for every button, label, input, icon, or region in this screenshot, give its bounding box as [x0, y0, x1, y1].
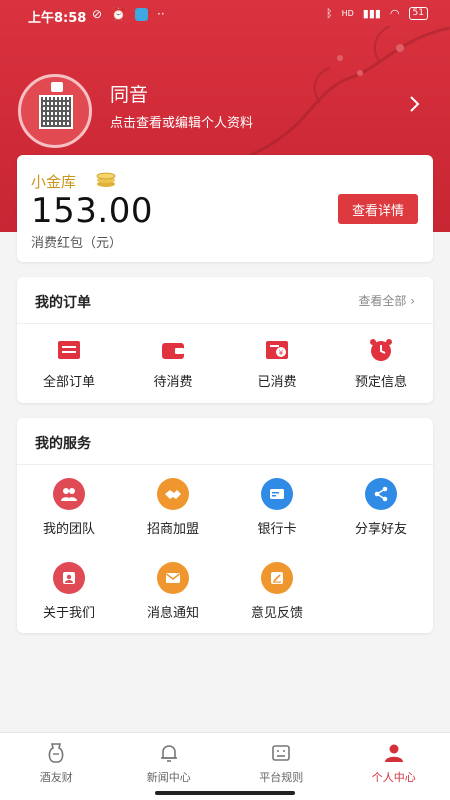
- view-details-button[interactable]: 查看详情: [338, 194, 418, 224]
- order-reservation-label: 预定信息: [354, 375, 407, 390]
- alarm-clock-icon: [370, 339, 392, 361]
- qr-code-image: [39, 95, 73, 129]
- signal-label: HD: [341, 9, 354, 18]
- divider: [17, 323, 433, 324]
- services-title: 我的服务: [35, 436, 91, 452]
- wallet-amount: 153.00: [31, 191, 153, 231]
- service-share[interactable]: 分享好友: [329, 478, 433, 537]
- tab-label: 个人中心: [371, 771, 416, 784]
- feedback-icon: [261, 562, 293, 594]
- view-all-orders-link[interactable]: 查看全部 ›: [358, 292, 415, 309]
- avatar[interactable]: [18, 74, 92, 148]
- consumed-icon: ¥: [266, 341, 288, 359]
- service-bank-card-label: 银行卡: [257, 522, 297, 537]
- divider: [17, 464, 433, 465]
- order-all[interactable]: 全部订单: [17, 337, 121, 390]
- service-messages-label: 消息通知: [146, 606, 199, 621]
- status-bar: 上午8:58 ⊘ ⏰ ·· ᛒ HD ▮▮▮ ◠ 51: [0, 0, 450, 30]
- order-reservation[interactable]: 预定信息: [329, 337, 433, 390]
- status-time: 上午8:58: [28, 11, 87, 26]
- status-system-icons: ᛒ HD ▮▮▮ ◠ 51: [326, 7, 428, 20]
- team-icon: [53, 478, 85, 510]
- app-notification-icon: [135, 7, 149, 21]
- tab-label: 酒友财: [39, 771, 73, 784]
- service-about[interactable]: 关于我们: [17, 562, 121, 621]
- orders-title: 我的订单: [35, 295, 91, 311]
- mute-icon: ⊘: [92, 7, 103, 21]
- order-pending[interactable]: 待消费: [121, 337, 225, 390]
- service-bank-card[interactable]: 银行卡: [225, 478, 329, 537]
- person-icon: [384, 744, 403, 762]
- tab-platform-rules[interactable]: 平台规则: [225, 733, 338, 788]
- service-franchise-label: 招商加盟: [146, 522, 199, 537]
- share-icon: [365, 478, 397, 510]
- services-card: 我的服务 我的团队 招商加盟 银行卡 分享好友 关于我们 消息通知 意见反馈: [17, 418, 433, 633]
- services-row-2: 关于我们 消息通知 意见反馈: [17, 562, 433, 621]
- order-consumed-label: 已消费: [257, 375, 297, 390]
- edit-profile-hint: 点击查看或编辑个人资料: [110, 116, 254, 131]
- cellular-signal-icon: ▮▮▮: [362, 7, 381, 20]
- order-consumed[interactable]: ¥ 已消费: [225, 337, 329, 390]
- service-feedback-label: 意见反馈: [250, 606, 303, 621]
- service-messages[interactable]: 消息通知: [121, 562, 225, 621]
- wallet-card: 小金库 153.00 消费红包（元） 查看详情: [17, 155, 433, 262]
- tab-label: 新闻中心: [146, 771, 191, 784]
- service-franchise[interactable]: 招商加盟: [121, 478, 225, 537]
- service-feedback[interactable]: 意见反馈: [225, 562, 329, 621]
- service-team[interactable]: 我的团队: [17, 478, 121, 537]
- tab-personal-center[interactable]: 个人中心: [338, 733, 450, 788]
- user-nickname: 同音: [110, 84, 149, 106]
- chevron-right-icon[interactable]: [404, 94, 424, 114]
- svg-text:¥: ¥: [279, 349, 284, 357]
- order-shortcuts: 全部订单 待消费 ¥ 已消费 预定信息: [17, 337, 433, 390]
- bell-icon: [160, 745, 177, 762]
- order-all-label: 全部订单: [42, 375, 95, 390]
- bank-card-icon: [261, 478, 293, 510]
- message-icon: [157, 562, 189, 594]
- more-dots-icon: ··: [157, 7, 165, 21]
- rules-icon: [272, 745, 291, 761]
- gold-coins-icon: [96, 172, 116, 187]
- wallet-title: 小金库: [31, 173, 77, 191]
- battery-icon: 51: [408, 7, 428, 20]
- wallet-icon: [162, 343, 184, 359]
- battery-level: 51: [412, 8, 424, 18]
- bluetooth-icon: ᛒ: [325, 7, 333, 20]
- wallet-caption: 消费红包（元）: [31, 236, 123, 251]
- status-notification-icons: ⊘ ⏰ ··: [92, 7, 165, 21]
- profile-row[interactable]: 同音 点击查看或编辑个人资料: [18, 74, 438, 148]
- home-indicator[interactable]: [155, 791, 295, 795]
- wifi-icon: ◠: [389, 7, 400, 20]
- service-team-label: 我的团队: [42, 522, 95, 537]
- tab-label: 平台规则: [259, 771, 304, 784]
- orders-card: 我的订单 查看全部 › 全部订单 待消费 ¥ 已消费 预定信息: [17, 277, 433, 403]
- wine-jar-icon: [48, 743, 64, 763]
- order-pending-label: 待消费: [153, 375, 193, 390]
- order-list-icon: [58, 341, 80, 359]
- avatar-badge: [51, 82, 63, 92]
- tab-news-center[interactable]: 新闻中心: [113, 733, 226, 788]
- tab-wine-finance[interactable]: 酒友财: [0, 733, 113, 788]
- bottom-tab-bar: 酒友财 新闻中心 平台规则 个人中心: [0, 732, 450, 788]
- service-share-label: 分享好友: [354, 522, 407, 537]
- services-row-1: 我的团队 招商加盟 银行卡 分享好友: [17, 478, 433, 537]
- service-about-label: 关于我们: [42, 606, 95, 621]
- about-icon: [53, 562, 85, 594]
- alarm-icon: ⏰: [111, 7, 127, 21]
- handshake-icon: [157, 478, 189, 510]
